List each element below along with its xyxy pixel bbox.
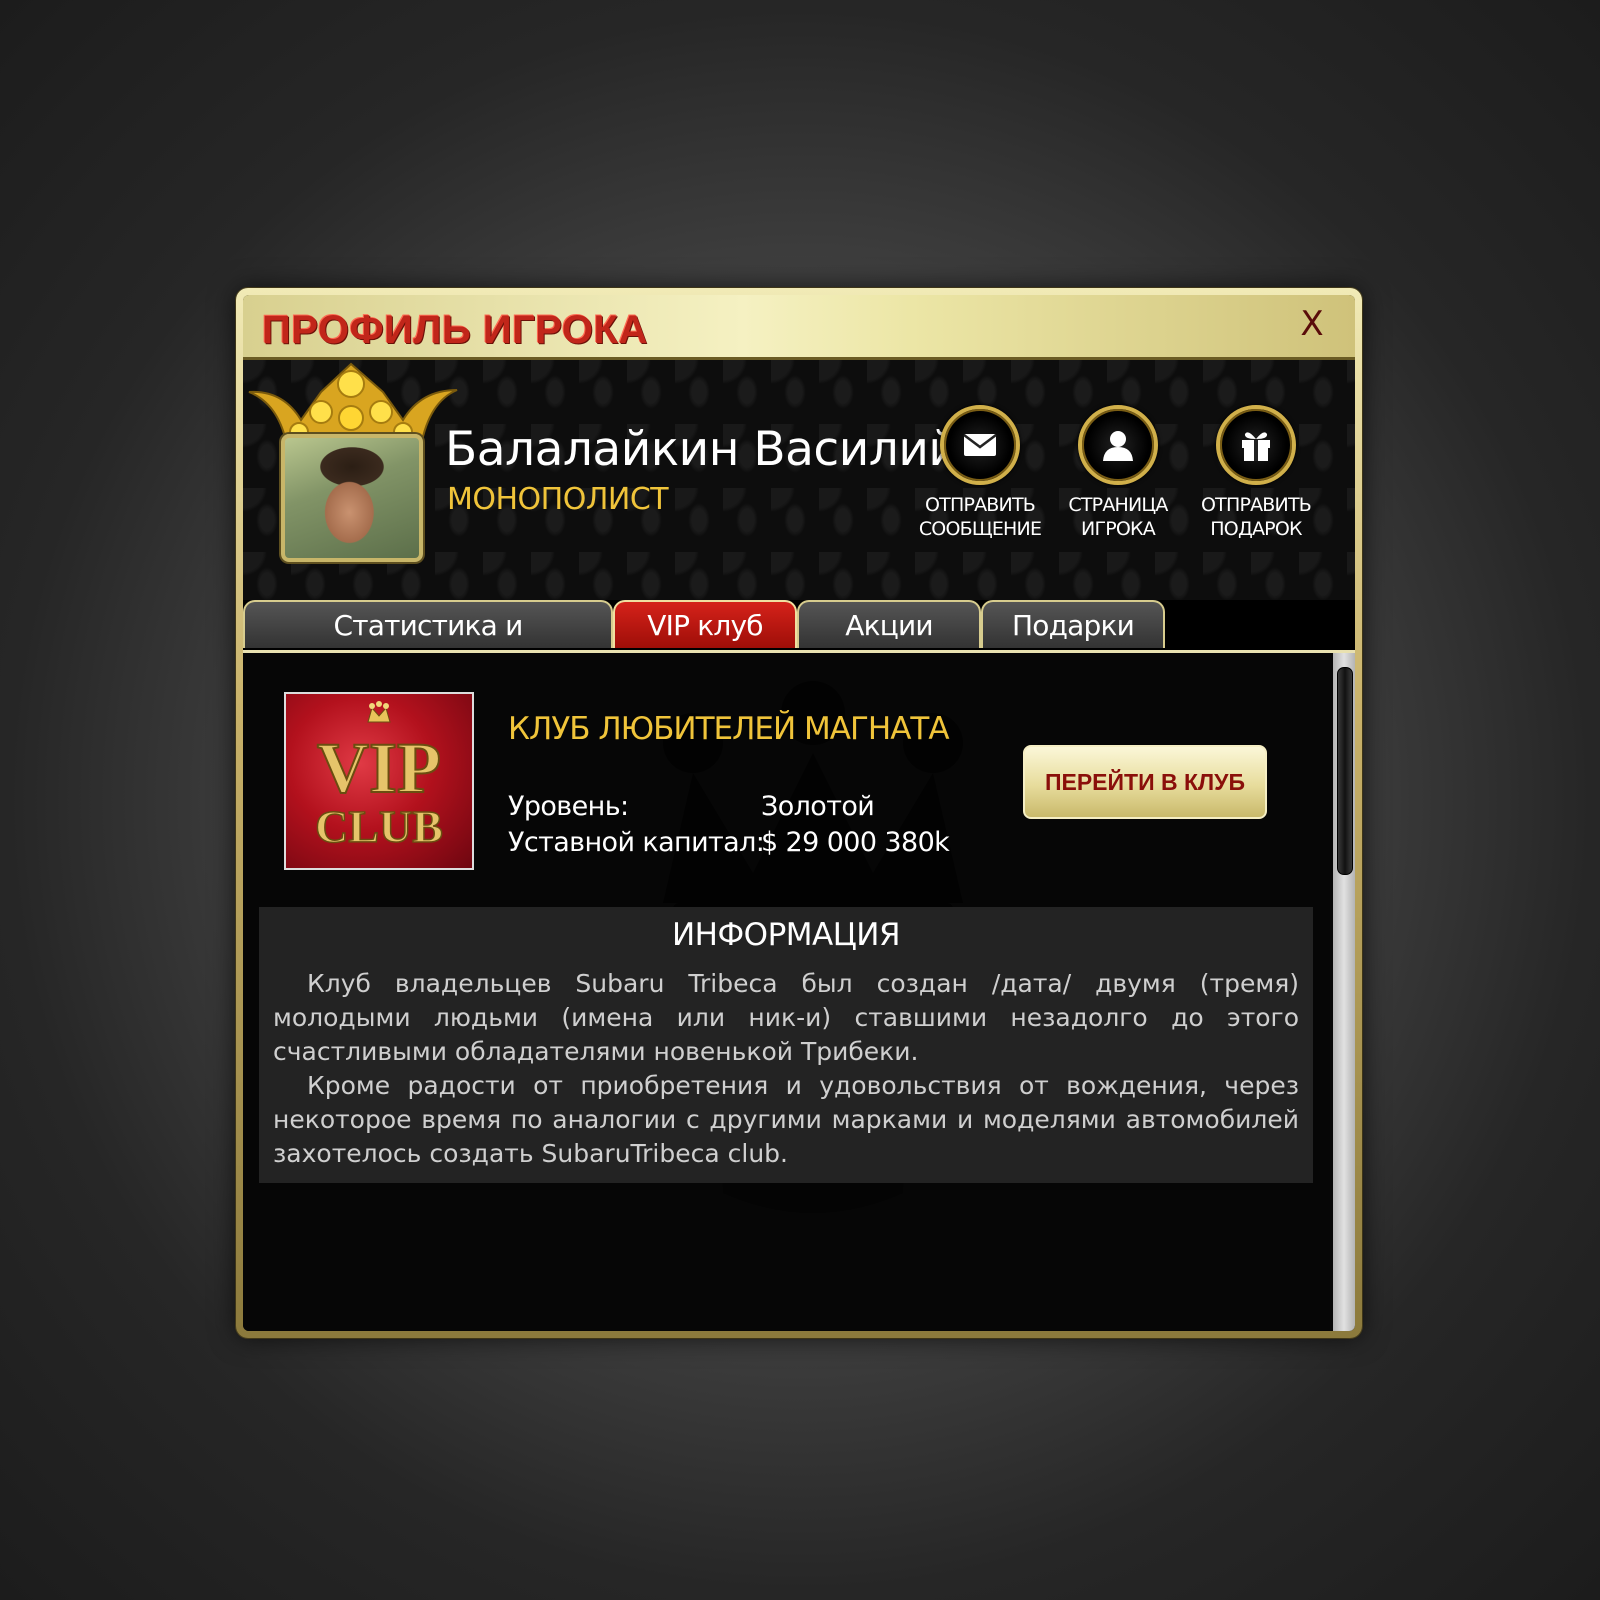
- logo-vip-text: VIP: [317, 728, 441, 808]
- tab-gifts[interactable]: Подарки: [981, 600, 1165, 648]
- send-message-label-1: ОТПРАВИТЬ: [925, 494, 1036, 516]
- player-page-label-1: СТРАНИЦА: [1068, 494, 1168, 516]
- send-gift-label-1: ОТПРАВИТЬ: [1201, 494, 1312, 516]
- logo-club-text: CLUB: [315, 801, 443, 852]
- player-profile-window: ПРОФИЛЬ ИГРОКА X Балалайкин Василий МОНО…: [236, 288, 1362, 1338]
- level-label: Уровень:: [508, 791, 629, 822]
- info-section: ИНФОРМАЦИЯ Клуб владельцев Subaru Tribec…: [259, 907, 1313, 1183]
- send-gift-button[interactable]: ОТПРАВИТЬ ПОДАРОК: [1191, 405, 1321, 541]
- go-to-club-button[interactable]: ПЕРЕЙТИ В КЛУБ: [1023, 745, 1267, 819]
- scrollbar-thumb[interactable]: [1337, 667, 1353, 875]
- info-title: ИНФОРМАЦИЯ: [671, 917, 901, 953]
- logo-crown-icon: [367, 701, 391, 723]
- scrollbar[interactable]: [1333, 653, 1355, 1331]
- send-gift-label-2: ПОДАРОК: [1210, 518, 1302, 540]
- tab-vip-club[interactable]: VIP клуб: [613, 600, 797, 648]
- tab-bar: Статистика и Достижения VIP клуб Акции П…: [243, 600, 1355, 690]
- send-message-button[interactable]: ОТПРАВИТЬ СООБЩЕНИЕ: [915, 405, 1045, 541]
- info-paragraph-1: Клуб владельцев Subaru Tribeca был созда…: [273, 969, 1299, 1066]
- avatar-block: [243, 362, 463, 572]
- avatar[interactable]: [281, 434, 423, 562]
- player-page-button[interactable]: СТРАНИЦА ИГРОКА: [1053, 405, 1183, 541]
- send-message-label-2: СООБЩЕНИЕ: [918, 518, 1042, 540]
- tab-statistics[interactable]: Статистика и Достижения: [243, 600, 613, 690]
- gift-icon: [1242, 432, 1270, 461]
- club-title: КЛУБ ЛЮБИТЕЛЕЙ МАГНАТА: [508, 711, 950, 747]
- user-icon: [1103, 431, 1133, 461]
- info-paragraph-2: Кроме радости от приобретения и удовольс…: [273, 1071, 1299, 1168]
- vip-club-panel: VIP CLUB КЛУБ ЛЮБИТЕЛЕЙ МАГНАТА Уровень:…: [243, 653, 1355, 1331]
- player-name: Балалайкин Василий: [445, 422, 959, 477]
- info-text: Клуб владельцев Subaru Tribeca был созда…: [273, 967, 1299, 1171]
- title-bar: ПРОФИЛЬ ИГРОКА X: [243, 295, 1355, 360]
- player-page-label-2: ИГРОКА: [1081, 518, 1156, 540]
- window-body: ПРОФИЛЬ ИГРОКА X Балалайкин Василий МОНО…: [243, 295, 1355, 1331]
- envelope-icon: [963, 434, 997, 456]
- vip-club-logo: VIP CLUB: [284, 692, 474, 870]
- capital-label: Уставной капитал:: [508, 827, 765, 858]
- capital-value: $ 29 000 380k: [761, 827, 950, 858]
- close-button[interactable]: X: [1291, 303, 1333, 345]
- tab-promotions[interactable]: Акции: [797, 600, 981, 648]
- player-rank: МОНОПОЛИСТ: [447, 482, 669, 517]
- level-value: Золотой: [761, 791, 875, 822]
- window-title: ПРОФИЛЬ ИГРОКА: [262, 308, 648, 352]
- profile-header: Балалайкин Василий МОНОПОЛИСТ ОТПРАВИТЬ …: [243, 360, 1355, 600]
